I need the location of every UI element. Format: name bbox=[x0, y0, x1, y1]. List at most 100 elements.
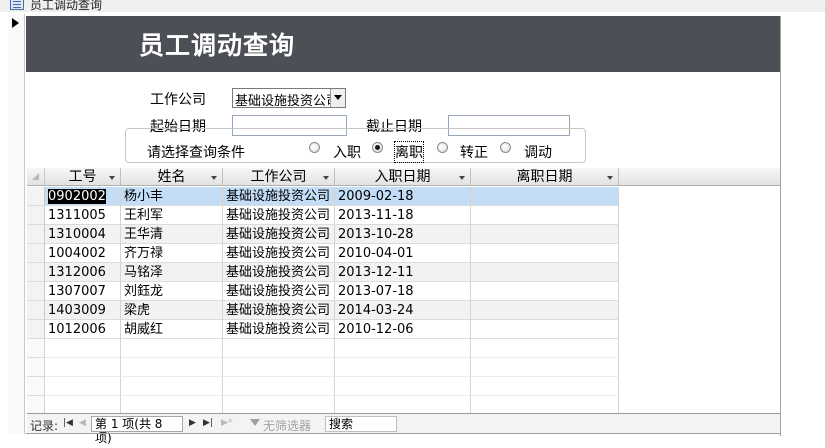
cell-name[interactable]: 梁虎 bbox=[121, 301, 223, 320]
table-row[interactable]: 1012006 胡威红 基础设施投资公司 2010-12-06 bbox=[27, 320, 780, 339]
cell-hire-date[interactable]: 2013-12-11 bbox=[335, 263, 471, 282]
cell-id[interactable]: 1004002 bbox=[45, 244, 121, 263]
cell-hire-date[interactable]: 2014-03-24 bbox=[335, 301, 471, 320]
row-selector[interactable] bbox=[27, 206, 45, 225]
no-filter-button[interactable]: 无筛选器 bbox=[263, 417, 311, 434]
empty-cell bbox=[335, 377, 471, 396]
page-title: 员工调动查询 bbox=[139, 31, 296, 60]
table-row[interactable]: 0902002 杨小丰 基础设施投资公司 2009-02-18 bbox=[27, 187, 780, 206]
row-selector[interactable] bbox=[27, 263, 45, 282]
cell-name[interactable]: 刘鈺龙 bbox=[121, 282, 223, 301]
new-record-icon[interactable]: ▶* bbox=[221, 418, 232, 428]
current-record-input[interactable]: 第 1 项(共 8 项) bbox=[91, 416, 183, 445]
form-bottom-border bbox=[26, 433, 781, 434]
option-radio-lizhi[interactable] bbox=[372, 142, 383, 153]
empty-cell bbox=[121, 358, 223, 377]
dropdown-arrow-icon[interactable] bbox=[330, 89, 345, 107]
column-header-label: 工作公司 bbox=[250, 169, 307, 185]
cell-id[interactable]: 1403009 bbox=[45, 301, 121, 320]
column-dropdown-icon[interactable] bbox=[109, 176, 115, 180]
option-label-ruzhi[interactable]: 入职 bbox=[333, 142, 361, 162]
cell-company[interactable]: 基础设施投资公司 bbox=[223, 244, 335, 263]
option-label-diaodong[interactable]: 调动 bbox=[524, 142, 552, 162]
cell-id[interactable]: 1012006 bbox=[45, 320, 121, 339]
select-all-corner[interactable] bbox=[27, 168, 45, 186]
record-selector-bar[interactable] bbox=[8, 14, 25, 434]
cell-leave-date[interactable] bbox=[471, 206, 619, 225]
cell-company[interactable]: 基础设施投资公司 bbox=[223, 225, 335, 244]
cell-leave-date[interactable] bbox=[471, 225, 619, 244]
cell-id[interactable]: 0902002 bbox=[45, 187, 121, 206]
cell-id[interactable]: 1310004 bbox=[45, 225, 121, 244]
cell-company[interactable]: 基础设施投资公司 bbox=[223, 187, 335, 206]
row-selector[interactable] bbox=[27, 187, 45, 206]
cell-name[interactable]: 杨小丰 bbox=[121, 187, 223, 206]
empty-cell bbox=[471, 377, 619, 396]
table-row[interactable]: 1312006 马铭泽 基础设施投资公司 2013-12-11 bbox=[27, 263, 780, 282]
previous-record-icon[interactable]: ◀ bbox=[79, 418, 86, 428]
cell-company[interactable]: 基础设施投资公司 bbox=[223, 320, 335, 339]
column-header-leave-date[interactable]: 离职日期 bbox=[471, 168, 619, 186]
form-icon bbox=[10, 0, 24, 10]
cell-name[interactable]: 王华清 bbox=[121, 225, 223, 244]
row-selector[interactable] bbox=[27, 320, 45, 339]
cell-leave-date[interactable] bbox=[471, 320, 619, 339]
row-selector[interactable] bbox=[27, 301, 45, 320]
cell-id[interactable]: 1307007 bbox=[45, 282, 121, 301]
column-header-name[interactable]: 姓名 bbox=[121, 168, 223, 186]
cell-name[interactable]: 齐万禄 bbox=[121, 244, 223, 263]
row-selector[interactable] bbox=[27, 282, 45, 301]
empty-cell bbox=[27, 377, 45, 396]
option-radio-zhuanzheng[interactable] bbox=[437, 142, 448, 153]
cell-hire-date[interactable]: 2013-10-28 bbox=[335, 225, 471, 244]
company-combobox[interactable]: 基础设施投资公司 bbox=[232, 88, 346, 108]
table-row[interactable]: 1307007 刘鈺龙 基础设施投资公司 2013-07-18 bbox=[27, 282, 780, 301]
record-navigation-bar: 记录: |◀ ◀ 第 1 项(共 8 项) ▶ ▶| ▶* 无筛选器 搜索 bbox=[27, 413, 780, 445]
cell-hire-date[interactable]: 2010-12-06 bbox=[335, 320, 471, 339]
cell-leave-date[interactable] bbox=[471, 282, 619, 301]
table-row[interactable]: 1311005 王利军 基础设施投资公司 2013-11-18 bbox=[27, 206, 780, 225]
row-selector[interactable] bbox=[27, 225, 45, 244]
cell-company[interactable]: 基础设施投资公司 bbox=[223, 301, 335, 320]
cell-company[interactable]: 基础设施投资公司 bbox=[223, 263, 335, 282]
column-header-id[interactable]: 工号 bbox=[45, 168, 121, 186]
last-record-icon[interactable]: ▶| bbox=[203, 418, 213, 428]
table-row[interactable]: 1403009 梁虎 基础设施投资公司 2014-03-24 bbox=[27, 301, 780, 320]
empty-row bbox=[27, 358, 780, 377]
option-label-lizhi[interactable]: 离职 bbox=[394, 141, 424, 163]
form-header: 员工调动查询 bbox=[26, 16, 780, 72]
cell-hire-date[interactable]: 2013-07-18 bbox=[335, 282, 471, 301]
next-record-icon[interactable]: ▶ bbox=[189, 418, 196, 428]
cell-hire-date[interactable]: 2013-11-18 bbox=[335, 206, 471, 225]
cell-id[interactable]: 1312006 bbox=[45, 263, 121, 282]
cell-leave-date[interactable] bbox=[471, 244, 619, 263]
column-header-hire-date[interactable]: 入职日期 bbox=[335, 168, 471, 186]
table-row[interactable]: 1310004 王华清 基础设施投资公司 2013-10-28 bbox=[27, 225, 780, 244]
option-radio-ruzhi[interactable] bbox=[309, 142, 320, 153]
cell-id[interactable]: 1311005 bbox=[45, 206, 121, 225]
row-selector[interactable] bbox=[27, 244, 45, 263]
cell-company[interactable]: 基础设施投资公司 bbox=[223, 282, 335, 301]
cell-name[interactable]: 马铭泽 bbox=[121, 263, 223, 282]
column-dropdown-icon[interactable] bbox=[211, 176, 217, 180]
cell-hire-date[interactable]: 2009-02-18 bbox=[335, 187, 471, 206]
empty-cell bbox=[471, 358, 619, 377]
column-dropdown-icon[interactable] bbox=[323, 176, 329, 180]
cell-leave-date[interactable] bbox=[471, 187, 619, 206]
column-dropdown-icon[interactable] bbox=[607, 176, 613, 180]
cell-name[interactable]: 胡威红 bbox=[121, 320, 223, 339]
column-dropdown-icon[interactable] bbox=[459, 176, 465, 180]
column-header-label: 工号 bbox=[68, 169, 97, 185]
cell-name[interactable]: 王利军 bbox=[121, 206, 223, 225]
option-label-zhuanzheng[interactable]: 转正 bbox=[460, 142, 488, 162]
search-input[interactable]: 搜索 bbox=[325, 416, 397, 432]
column-header-company[interactable]: 工作公司 bbox=[223, 168, 335, 186]
cell-hire-date[interactable]: 2010-04-01 bbox=[335, 244, 471, 263]
table-row[interactable]: 1004002 齐万禄 基础设施投资公司 2010-04-01 bbox=[27, 244, 780, 263]
first-record-icon[interactable]: |◀ bbox=[63, 418, 73, 428]
option-radio-diaodong[interactable] bbox=[500, 142, 511, 153]
empty-cell bbox=[45, 377, 121, 396]
cell-company[interactable]: 基础设施投资公司 bbox=[223, 206, 335, 225]
cell-leave-date[interactable] bbox=[471, 301, 619, 320]
cell-leave-date[interactable] bbox=[471, 263, 619, 282]
